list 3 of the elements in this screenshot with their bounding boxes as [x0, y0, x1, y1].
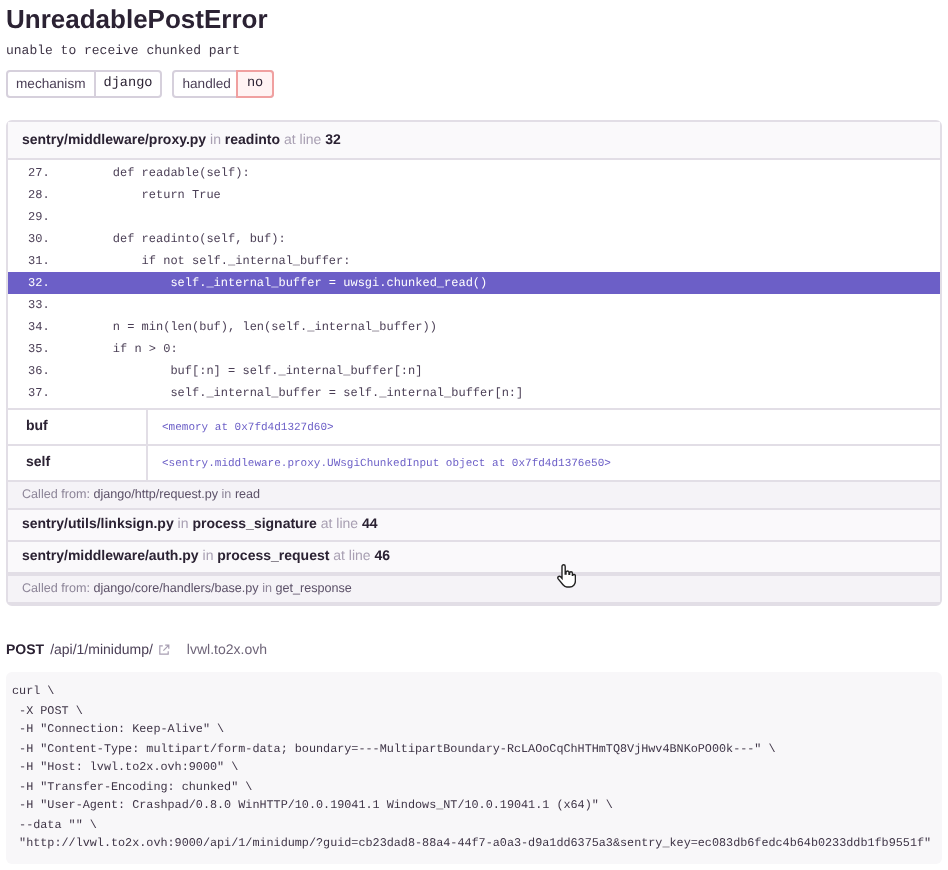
hand-cursor-icon: [557, 564, 576, 588]
external-link-icon[interactable]: [158, 644, 171, 656]
error-title: UnreadablePostError: [6, 4, 270, 36]
